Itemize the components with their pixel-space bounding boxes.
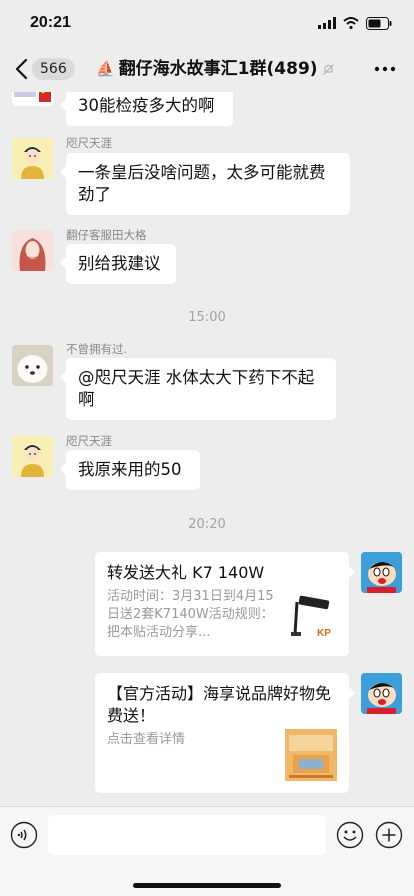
- poster-thumb: [285, 729, 337, 781]
- sender-name: 翻仔客服田大格: [66, 228, 147, 242]
- message-bubble[interactable]: 别给我建议: [60, 244, 176, 284]
- signal-icon: [318, 17, 336, 29]
- white-dog-avatar[interactable]: [12, 345, 53, 386]
- card-description: 点击查看详情: [107, 732, 186, 747]
- svg-text:KP: KP: [317, 628, 331, 639]
- plus-icon[interactable]: [375, 821, 403, 849]
- status-bar: 20:21: [0, 0, 414, 46]
- status-icons: [318, 16, 392, 30]
- link-card[interactable]: 【官方活动】海享说品牌好物免费送！ 点击查看详情: [95, 673, 355, 793]
- flag-avatar[interactable]: [12, 92, 53, 106]
- cartoon-figure-avatar[interactable]: [12, 138, 53, 179]
- message-text: @咫尺天涯 水体太大下药下不起啊: [78, 368, 315, 409]
- lamp-product-thumb: KP: [285, 592, 337, 644]
- time-divider: 20:20: [188, 517, 226, 532]
- message-text: 30能检疫多大的啊: [78, 96, 215, 115]
- sender-name: 咫尺天涯: [66, 434, 112, 448]
- message-bubble[interactable]: @咫尺天涯 水体太大下药下不起啊: [60, 358, 336, 420]
- time-divider: 15:00: [188, 310, 226, 325]
- nav-bar: 566 ⛵ 翻仔海水故事汇1群(489): [0, 46, 414, 92]
- message-input[interactable]: [48, 815, 326, 855]
- cartoon-boy-avatar[interactable]: [361, 552, 402, 593]
- message-text: 别给我建议: [78, 254, 161, 273]
- card-description: 活动时间：3月31日到4月15日送2套K7140W活动规则：把本贴活动分享...: [107, 589, 274, 640]
- message-bubble[interactable]: 我原来用的50: [60, 450, 200, 490]
- group-name: 翻仔海水故事汇1群(489): [118, 59, 318, 79]
- cartoon-boy-avatar[interactable]: [361, 673, 402, 714]
- girl-portrait-avatar[interactable]: [12, 230, 53, 271]
- unread-count-badge[interactable]: 566: [32, 58, 75, 80]
- card-title: 【官方活动】海享说品牌好物免费送！: [107, 684, 332, 725]
- sender-name: 不曾拥有过.: [66, 342, 128, 356]
- battery-icon: [366, 16, 392, 30]
- message-text: 一条皇后没啥问题，太多可能就费劲了: [78, 163, 326, 204]
- message-bubble[interactable]: 一条皇后没啥问题，太多可能就费劲了: [60, 153, 350, 215]
- message-text: 我原来用的50: [78, 460, 182, 479]
- more-dots-icon[interactable]: [372, 59, 398, 79]
- input-bar: [0, 806, 414, 896]
- chevron-left-icon[interactable]: [12, 57, 34, 81]
- wifi-icon: [343, 17, 359, 29]
- title-emoji: ⛵: [96, 60, 115, 78]
- card-title: 转发送大礼 K7 140W: [107, 563, 265, 582]
- voice-icon[interactable]: [10, 821, 38, 849]
- chat-title: ⛵ 翻仔海水故事汇1群(489): [96, 57, 335, 81]
- bell-off-icon: [322, 63, 334, 75]
- emoji-icon[interactable]: [336, 821, 364, 849]
- cartoon-figure-avatar[interactable]: [12, 436, 53, 477]
- sender-name: 咫尺天涯: [66, 136, 112, 150]
- message-bubble[interactable]: 30能检疫多大的啊: [60, 92, 233, 126]
- status-time: 20:21: [30, 14, 71, 31]
- home-indicator: [133, 883, 281, 888]
- chat-list[interactable]: 30能检疫多大的啊 咫尺天涯 一条皇后没啥问题，太多可能就费劲了 翻仔客服田大格…: [0, 92, 414, 806]
- link-card[interactable]: 转发送大礼 K7 140W 活动时间：3月31日到4月15日送2套K7140W活…: [95, 552, 355, 656]
